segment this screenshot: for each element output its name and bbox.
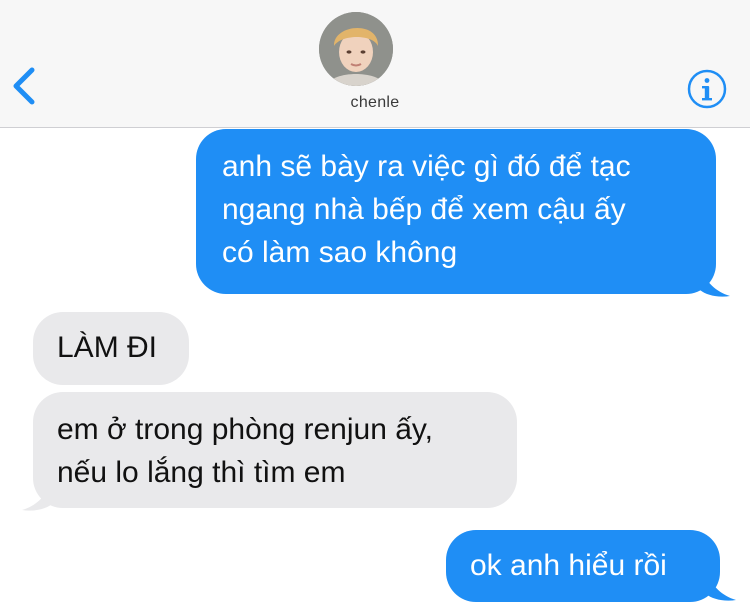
avatar[interactable] <box>319 12 393 86</box>
message-bubble-outgoing[interactable]: anh sẽ bày ra việc gì đó để tạc ngang nh… <box>196 129 716 294</box>
contact-name[interactable]: chenle <box>0 94 750 112</box>
message-bubble-outgoing[interactable]: ok anh hiểu rồi <box>446 530 720 602</box>
message-bubble-incoming[interactable]: LÀM ĐI <box>33 312 189 385</box>
info-circle-icon[interactable] <box>686 68 728 110</box>
message-bubble-incoming[interactable]: em ở trong phòng renjun ấy, nếu lo lắng … <box>33 392 517 508</box>
conversation-header: chenle <box>0 0 750 128</box>
